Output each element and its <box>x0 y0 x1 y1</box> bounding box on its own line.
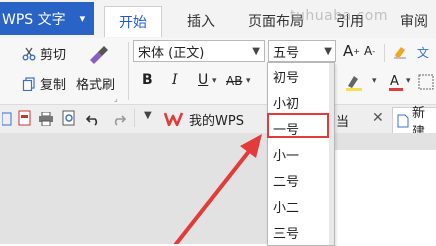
annotation-arrow-icon <box>174 134 262 244</box>
